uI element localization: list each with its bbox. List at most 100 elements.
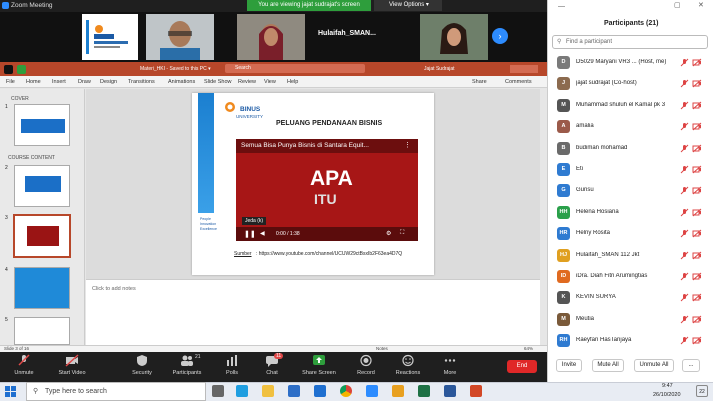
taskbar-time[interactable]: 9:47: [662, 383, 673, 389]
taskbar-date[interactable]: 26/10/2020: [653, 392, 681, 398]
share-screen-button[interactable]: Share Screen: [298, 354, 340, 376]
notes-pane[interactable]: Click to add notes: [86, 279, 540, 345]
mic-muted-icon[interactable]: [680, 208, 689, 217]
task-view-icon[interactable]: [212, 385, 224, 397]
mic-muted-icon[interactable]: [680, 165, 689, 174]
menu-review[interactable]: Review: [238, 79, 256, 85]
mic-muted-icon[interactable]: [680, 186, 689, 195]
view-options-button[interactable]: View Options ▾: [374, 0, 442, 11]
participant-row[interactable]: G Gunsu: [548, 182, 708, 199]
section-course[interactable]: COURSE CONTENT: [8, 155, 55, 161]
powerpoint-icon[interactable]: [470, 385, 482, 397]
video-off-icon[interactable]: [692, 251, 702, 260]
menu-help[interactable]: Help: [287, 79, 298, 85]
panel-more-button[interactable]: ...: [682, 359, 700, 372]
ppt-filename[interactable]: Materi_HKI - Saved to this PC ▾: [140, 66, 211, 72]
share-button[interactable]: Share: [472, 79, 487, 85]
video-off-icon[interactable]: [692, 336, 702, 345]
mic-muted-icon[interactable]: [680, 315, 689, 324]
video-tile-jajat[interactable]: [146, 14, 214, 60]
slide-thumb-4[interactable]: [14, 267, 70, 309]
volume-icon[interactable]: ◀: [260, 230, 265, 237]
participant-row[interactable]: HJ Hulaifah_SMAN 112 Jkt: [548, 247, 708, 264]
mic-muted-icon[interactable]: [680, 293, 689, 302]
zoom-level[interactable]: 64%: [524, 346, 533, 351]
participant-row[interactable]: HR Helny Rosita: [548, 225, 708, 242]
mic-muted-icon[interactable]: [680, 79, 689, 88]
participant-row[interactable]: HH Helena Hosiana: [548, 204, 708, 221]
fullscreen-icon[interactable]: ⛶: [400, 230, 404, 237]
menu-file[interactable]: File: [6, 79, 15, 85]
participant-row[interactable]: ID iDra. Diah Fitri Arumingtias: [548, 268, 708, 285]
record-button[interactable]: Record: [352, 354, 380, 376]
window-controls[interactable]: [510, 65, 538, 73]
participant-row[interactable]: M Meutia: [548, 311, 708, 328]
chrome-icon[interactable]: [340, 385, 352, 397]
menu-transitions[interactable]: Transitions: [128, 79, 155, 85]
video-off-icon[interactable]: [692, 101, 702, 110]
participant-row[interactable]: RH Raeyfan HasTanjaya: [548, 332, 708, 349]
menu-design[interactable]: Design: [100, 79, 117, 85]
slide-thumb-2[interactable]: [14, 165, 70, 207]
unmute-all-button[interactable]: Unmute All: [634, 359, 674, 372]
menu-home[interactable]: Home: [26, 79, 41, 85]
file-explorer-icon[interactable]: [262, 385, 274, 397]
mail-icon[interactable]: [314, 385, 326, 397]
video-off-icon[interactable]: [692, 165, 702, 174]
video-tile-participant[interactable]: [237, 14, 305, 60]
participant-row[interactable]: K KEVIN SURYA: [548, 289, 708, 306]
mute-all-button[interactable]: Mute All: [592, 359, 624, 372]
pause-icon[interactable]: ❚❚: [244, 230, 256, 238]
participant-row[interactable]: Aamalia: [548, 118, 708, 135]
menu-slideshow[interactable]: Slide Show: [204, 79, 232, 85]
video-off-icon[interactable]: [692, 272, 702, 281]
video-off-icon[interactable]: [692, 315, 702, 324]
maximize-icon[interactable]: ▢: [674, 1, 681, 9]
video-off-icon[interactable]: [692, 293, 702, 302]
participant-row[interactable]: M Muhammad shuluh el Kamal pk 3: [548, 97, 708, 114]
windows-start-icon[interactable]: [5, 386, 16, 397]
store-icon[interactable]: [288, 385, 300, 397]
mic-muted-icon[interactable]: [680, 251, 689, 260]
edge-icon[interactable]: [236, 385, 248, 397]
video-tile-participant-2[interactable]: [420, 14, 488, 60]
menu-insert[interactable]: Insert: [52, 79, 66, 85]
comments-button[interactable]: Comments: [505, 79, 532, 85]
participant-row[interactable]: Jjajat sudrajat (Co-host): [548, 75, 708, 92]
excel-icon[interactable]: [418, 385, 430, 397]
word-icon[interactable]: [444, 385, 456, 397]
notes-toggle[interactable]: Notes: [376, 346, 388, 351]
video-off-icon[interactable]: [692, 186, 702, 195]
mic-muted-icon[interactable]: [680, 58, 689, 67]
end-meeting-button[interactable]: End: [507, 360, 537, 373]
section-cover[interactable]: COVER: [11, 96, 29, 102]
video-tile-binus[interactable]: [82, 14, 138, 60]
menu-view[interactable]: View: [264, 79, 276, 85]
settings-gear-icon[interactable]: ⚙: [386, 230, 391, 237]
current-slide[interactable]: BINUS UNIVERSITY PELUANG PENDANAAN BISNI…: [192, 93, 434, 275]
participant-row[interactable]: Bbudiman mohamad: [548, 140, 708, 157]
mic-muted-icon[interactable]: [680, 144, 689, 153]
files-icon[interactable]: [392, 385, 404, 397]
minimize-icon[interactable]: —: [558, 3, 565, 10]
participant-row[interactable]: D D5029 Maryani VR3 ... (Host, me): [548, 54, 708, 71]
mic-muted-icon[interactable]: [680, 272, 689, 281]
invite-button[interactable]: Invite: [556, 359, 582, 372]
participant-row[interactable]: E Eti: [548, 161, 708, 178]
mic-muted-icon[interactable]: [680, 336, 689, 345]
video-off-icon[interactable]: [692, 79, 702, 88]
close-icon[interactable]: ✕: [698, 1, 704, 9]
mic-muted-icon[interactable]: [680, 122, 689, 131]
reactions-button[interactable]: Reactions: [392, 354, 424, 376]
slide-thumb-3-selected[interactable]: [13, 214, 71, 258]
zoom-app-icon[interactable]: [366, 385, 378, 397]
participant-search-input[interactable]: ⚲ Find a participant: [552, 35, 708, 49]
video-off-icon[interactable]: [692, 144, 702, 153]
menu-animations[interactable]: Animations: [168, 79, 195, 85]
unmute-button[interactable]: Unmute: [10, 354, 38, 376]
polls-button[interactable]: Polls: [220, 354, 244, 376]
security-button[interactable]: Security: [128, 354, 156, 376]
notification-count[interactable]: 22: [696, 385, 708, 397]
mic-muted-icon[interactable]: [680, 229, 689, 238]
mic-muted-icon[interactable]: [680, 101, 689, 110]
